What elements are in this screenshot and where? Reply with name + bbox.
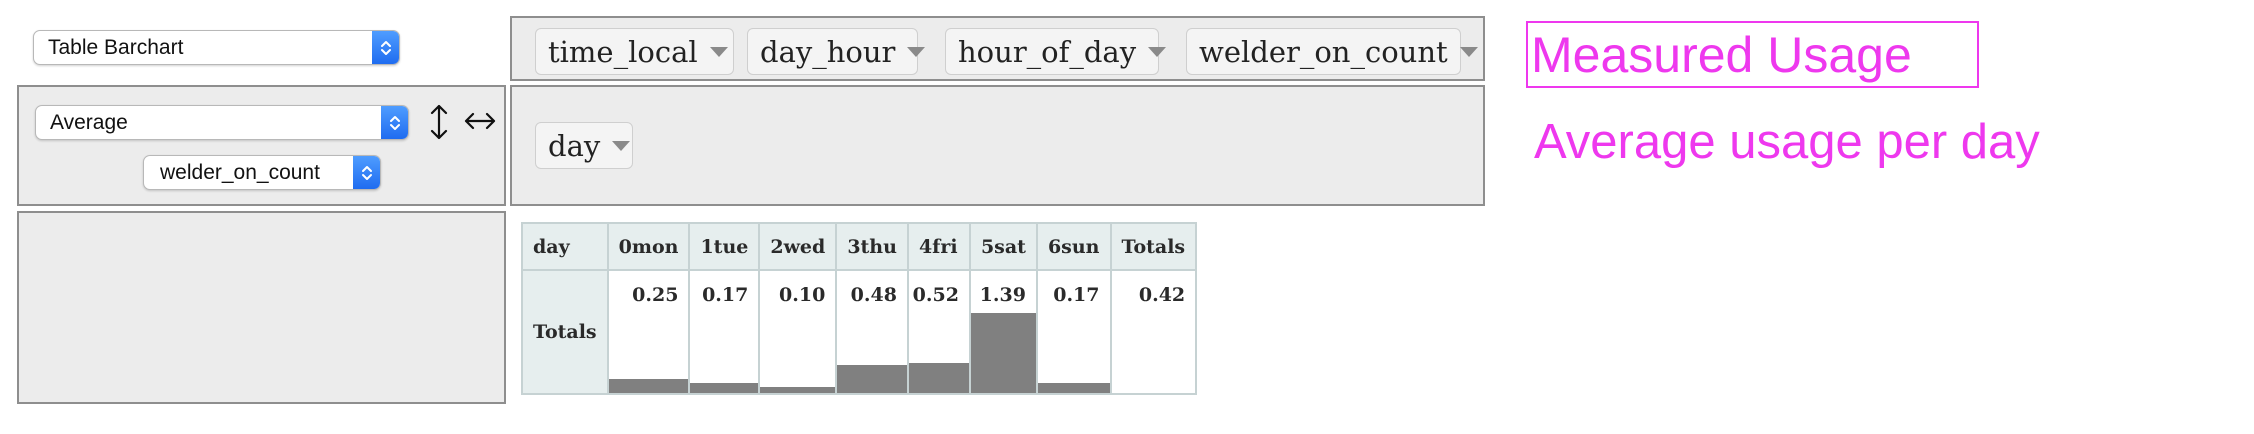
col-attribute-header: day xyxy=(521,222,609,271)
attribute-pill-label: welder_on_count xyxy=(1199,34,1448,69)
cell-value: 0.42 xyxy=(1138,284,1186,306)
attribute-select[interactable]: welder_on_count xyxy=(143,155,381,190)
value-bar xyxy=(608,379,689,393)
page-title: Measured Usage xyxy=(1531,27,1912,83)
col-header-3thu: 3thu xyxy=(835,222,909,271)
cell-value: 1.39 xyxy=(979,284,1026,306)
col-header-2wed: 2wed xyxy=(758,222,838,271)
aggregator-select-value: Average xyxy=(50,110,128,134)
value-bar xyxy=(690,383,759,393)
table-cell-4fri: 0.52 xyxy=(906,269,971,395)
unused-attributes-panel[interactable]: time_local day_hour hour_of_day welder_o… xyxy=(510,16,1485,81)
pivot-table: day 0mon 1tue 2wed 3thu 4fri 5sat 6sun T… xyxy=(521,222,1198,395)
updown-chevrons-icon xyxy=(372,31,399,64)
table-row: Totals 0.25 0.17 0.10 0.48 0.52 1.39 0.1… xyxy=(521,269,1198,395)
attribute-pill-time-local[interactable]: time_local xyxy=(535,28,734,75)
attribute-select-value: welder_on_count xyxy=(160,160,320,184)
page-subtitle: Average usage per day xyxy=(1534,115,2040,169)
dropdown-caret-icon[interactable] xyxy=(1148,46,1167,57)
renderer-select-value: Table Barchart xyxy=(48,35,184,59)
attribute-pill-day[interactable]: day xyxy=(535,122,633,169)
table-cell-3thu: 0.48 xyxy=(835,269,909,395)
col-header-1tue: 1tue xyxy=(688,222,761,271)
col-header-6sun: 6sun xyxy=(1035,222,1112,271)
attribute-pill-hour-of-day[interactable]: hour_of_day xyxy=(945,28,1167,75)
cell-value: 0.10 xyxy=(779,284,826,306)
cell-value: 0.17 xyxy=(1053,284,1100,306)
table-cell-5sat: 1.39 xyxy=(968,269,1038,395)
col-order-toggle[interactable] xyxy=(463,108,497,134)
dropdown-caret-icon[interactable] xyxy=(1459,46,1478,57)
value-bar xyxy=(1037,383,1110,393)
cell-value: 0.25 xyxy=(632,284,679,306)
attribute-pill-label: day xyxy=(548,128,601,163)
cell-value: 0.17 xyxy=(702,284,749,306)
attribute-pill-label: day_hour xyxy=(760,34,896,69)
attribute-pill-welder-on-count[interactable]: welder_on_count xyxy=(1186,28,1478,75)
updown-chevrons-icon xyxy=(353,156,380,189)
value-bar xyxy=(908,363,969,393)
value-bar xyxy=(970,313,1036,393)
aggregator-select[interactable]: Average xyxy=(35,105,409,140)
table-cell-6sun: 0.17 xyxy=(1035,269,1112,395)
dropdown-caret-icon[interactable] xyxy=(612,140,631,151)
table-cell-1tue: 0.17 xyxy=(688,269,761,395)
row-order-toggle[interactable] xyxy=(428,102,450,142)
col-attributes-panel[interactable]: day xyxy=(510,85,1485,206)
attribute-pill-day-hour[interactable]: day_hour xyxy=(747,28,926,75)
value-bar xyxy=(837,365,907,393)
table-header-row: day 0mon 1tue 2wed 3thu 4fri 5sat 6sun T… xyxy=(521,222,1198,271)
value-bar xyxy=(760,387,836,393)
dropdown-caret-icon[interactable] xyxy=(907,46,926,57)
attribute-pill-label: hour_of_day xyxy=(958,34,1137,69)
row-label-totals: Totals xyxy=(521,269,609,395)
vertical-arrows-icon xyxy=(430,104,448,140)
col-header-5sat: 5sat xyxy=(968,222,1038,271)
attribute-pill-label: time_local xyxy=(548,34,698,69)
table-cell-0mon: 0.25 xyxy=(606,269,691,395)
updown-chevrons-icon xyxy=(381,106,408,139)
col-header-0mon: 0mon xyxy=(606,222,691,271)
table-cell-grand-total: 0.42 xyxy=(1109,269,1198,395)
col-header-4fri: 4fri xyxy=(906,222,971,271)
cell-value: 0.48 xyxy=(850,284,897,306)
row-attributes-panel[interactable] xyxy=(17,211,506,404)
table-cell-2wed: 0.10 xyxy=(758,269,838,395)
renderer-select[interactable]: Table Barchart xyxy=(33,30,400,65)
cell-value: 0.52 xyxy=(912,284,959,306)
dropdown-caret-icon[interactable] xyxy=(709,46,728,57)
horizontal-arrows-icon xyxy=(464,112,496,130)
totals-header: Totals xyxy=(1109,222,1198,271)
